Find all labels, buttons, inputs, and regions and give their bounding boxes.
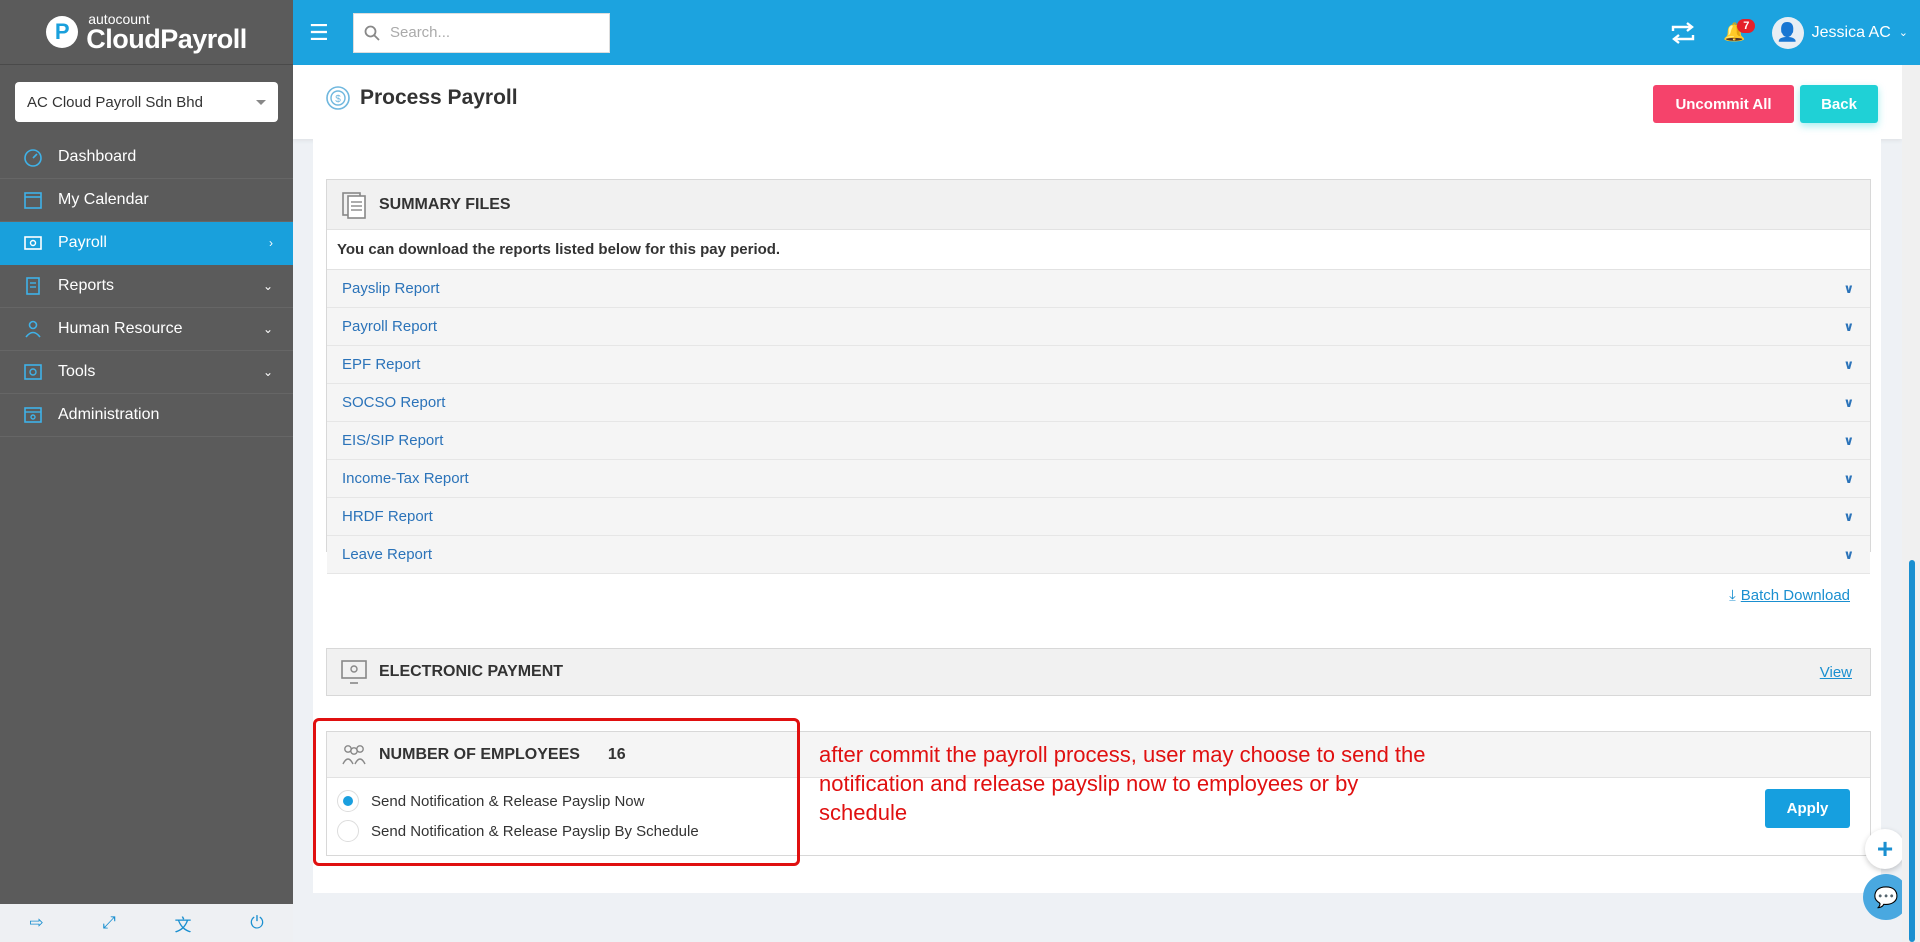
search-icon	[364, 25, 380, 41]
sidebar: P autocount CloudPayroll AC Cloud Payrol…	[0, 0, 293, 942]
chevron-down-icon: ∨	[1843, 356, 1854, 372]
chevron-down-icon: ∨	[1843, 508, 1854, 524]
annotation-highlight-box	[313, 718, 800, 866]
electronic-payment-panel: ELECTRONIC PAYMENT View	[326, 648, 1871, 696]
sidebar-item-label: Human Resource	[58, 320, 183, 337]
report-label: Leave Report	[342, 546, 433, 563]
uncommit-all-button[interactable]: Uncommit All	[1653, 85, 1794, 123]
report-label: HRDF Report	[342, 508, 433, 525]
view-link[interactable]: View	[1820, 664, 1858, 681]
report-label: Payslip Report	[342, 280, 440, 297]
svg-text:$: $	[335, 94, 341, 105]
notification-badge: 7	[1737, 19, 1756, 33]
human-resource-icon	[22, 318, 44, 340]
sidebar-item-label: Payroll	[58, 234, 107, 251]
search-input[interactable]: Search...	[353, 12, 610, 53]
user-name: Jessica AC	[1811, 23, 1891, 41]
report-label: EIS/SIP Report	[342, 432, 444, 449]
sidebar-item-human-resource[interactable]: Human Resource ⌄	[0, 308, 293, 351]
back-button[interactable]: Back	[1800, 85, 1878, 123]
menu-toggle-icon[interactable]: ☰	[309, 20, 339, 46]
calendar-icon	[22, 189, 44, 211]
report-label: Income-Tax Report	[342, 470, 469, 487]
monitor-icon	[339, 657, 369, 687]
chevron-down-icon: ∨	[1843, 394, 1854, 410]
sidebar-item-label: Reports	[58, 277, 115, 294]
sidebar-item-administration[interactable]: Administration	[0, 394, 293, 437]
top-bar: ☰ Search... 🔔 7 👤 Jessica AC ⌄	[293, 0, 1920, 65]
chat-icon: 💬	[1873, 886, 1899, 909]
report-label: Payroll Report	[342, 318, 438, 335]
sidebar-item-payroll[interactable]: Payroll ›	[0, 222, 293, 265]
report-row-income-tax[interactable]: Income-Tax Report ∨	[327, 460, 1870, 498]
sidebar-nav: Dashboard My Calendar Payroll › Reports …	[0, 136, 293, 437]
logo-big-text: CloudPayroll	[86, 23, 247, 54]
electronic-payment-title: ELECTRONIC PAYMENT	[379, 663, 564, 680]
chevron-down-icon: ⌄	[262, 365, 273, 379]
reports-icon	[22, 275, 44, 297]
report-row-epf[interactable]: EPF Report ∨	[327, 346, 1870, 384]
chevron-down-icon	[256, 99, 266, 105]
chevron-down-icon: ∨	[1843, 470, 1854, 486]
dashboard-icon	[22, 146, 44, 168]
report-row-payroll[interactable]: Payroll Report ∨	[327, 308, 1870, 346]
batch-download-link[interactable]: Batch Download	[1741, 587, 1850, 604]
sidebar-item-label: Dashboard	[58, 148, 137, 165]
page-title: Process Payroll	[360, 86, 518, 109]
download-icon: ⤓	[1729, 587, 1736, 604]
sign-out-icon[interactable]: ⇨	[29, 913, 43, 933]
sidebar-item-dashboard[interactable]: Dashboard	[0, 136, 293, 179]
sidebar-item-my-calendar[interactable]: My Calendar	[0, 179, 293, 222]
chevron-down-icon: ∨	[1843, 280, 1854, 296]
add-button[interactable]: +	[1865, 829, 1905, 869]
fullscreen-icon[interactable]: ⤢	[102, 913, 116, 933]
notification-button[interactable]: 🔔 7	[1723, 19, 1756, 43]
sidebar-item-label: My Calendar	[58, 191, 149, 208]
apply-button[interactable]: Apply	[1765, 789, 1850, 828]
page-header: $ Process Payroll Uncommit All Back	[293, 65, 1902, 139]
administration-icon	[22, 404, 44, 426]
report-label: EPF Report	[342, 356, 421, 373]
sidebar-item-label: Administration	[58, 406, 160, 423]
scrollbar[interactable]	[1902, 65, 1920, 942]
report-row-eis-sip[interactable]: EIS/SIP Report ∨	[327, 422, 1870, 460]
payroll-icon	[22, 232, 44, 254]
sidebar-item-tools[interactable]: Tools ⌄	[0, 351, 293, 394]
document-icon	[339, 190, 369, 220]
chevron-down-icon: ∨	[1843, 546, 1854, 562]
summary-files-panel: SUMMARY FILES You can download the repor…	[326, 179, 1871, 604]
power-icon[interactable]: ⏻	[250, 913, 263, 933]
report-row-socso[interactable]: SOCSO Report ∨	[327, 384, 1870, 422]
chevron-down-icon: ∨	[1843, 432, 1854, 448]
avatar: 👤	[1771, 16, 1804, 49]
report-row-hrdf[interactable]: HRDF Report ∨	[327, 498, 1870, 536]
annotation-text: after commit the payroll process, user m…	[819, 742, 1426, 825]
logo-p-icon: P	[46, 16, 79, 48]
sidebar-item-label: Tools	[58, 363, 96, 380]
chevron-down-icon: ⌄	[262, 322, 273, 336]
process-payroll-icon: $	[326, 86, 350, 110]
report-row-payslip[interactable]: Payslip Report ∨	[327, 270, 1870, 308]
summary-files-description: You can download the reports listed belo…	[327, 230, 1870, 270]
chevron-down-icon: ⌄	[1898, 27, 1908, 39]
chevron-down-icon: ⌄	[262, 279, 273, 293]
company-select[interactable]: AC Cloud Payroll Sdn Bhd	[15, 82, 278, 122]
sidebar-footer: ⇨ ⤢ 文 ⏻	[0, 904, 293, 942]
summary-files-title: SUMMARY FILES	[379, 195, 511, 213]
report-label: SOCSO Report	[342, 394, 446, 411]
search-placeholder: Search...	[390, 24, 451, 41]
language-icon[interactable]: 文	[175, 911, 192, 936]
user-menu[interactable]: 👤 Jessica AC ⌄	[1771, 16, 1908, 49]
company-name: AC Cloud Payroll Sdn Bhd	[27, 93, 203, 111]
app-logo[interactable]: P autocount CloudPayroll	[0, 0, 293, 65]
chevron-down-icon: ∨	[1843, 318, 1854, 334]
scrollbar-thumb[interactable]	[1909, 560, 1915, 942]
report-row-leave[interactable]: Leave Report ∨	[327, 536, 1870, 574]
chevron-right-icon: ›	[269, 236, 273, 250]
tools-icon	[22, 361, 44, 383]
sidebar-item-reports[interactable]: Reports ⌄	[0, 265, 293, 308]
sync-icon[interactable]	[1669, 21, 1697, 45]
